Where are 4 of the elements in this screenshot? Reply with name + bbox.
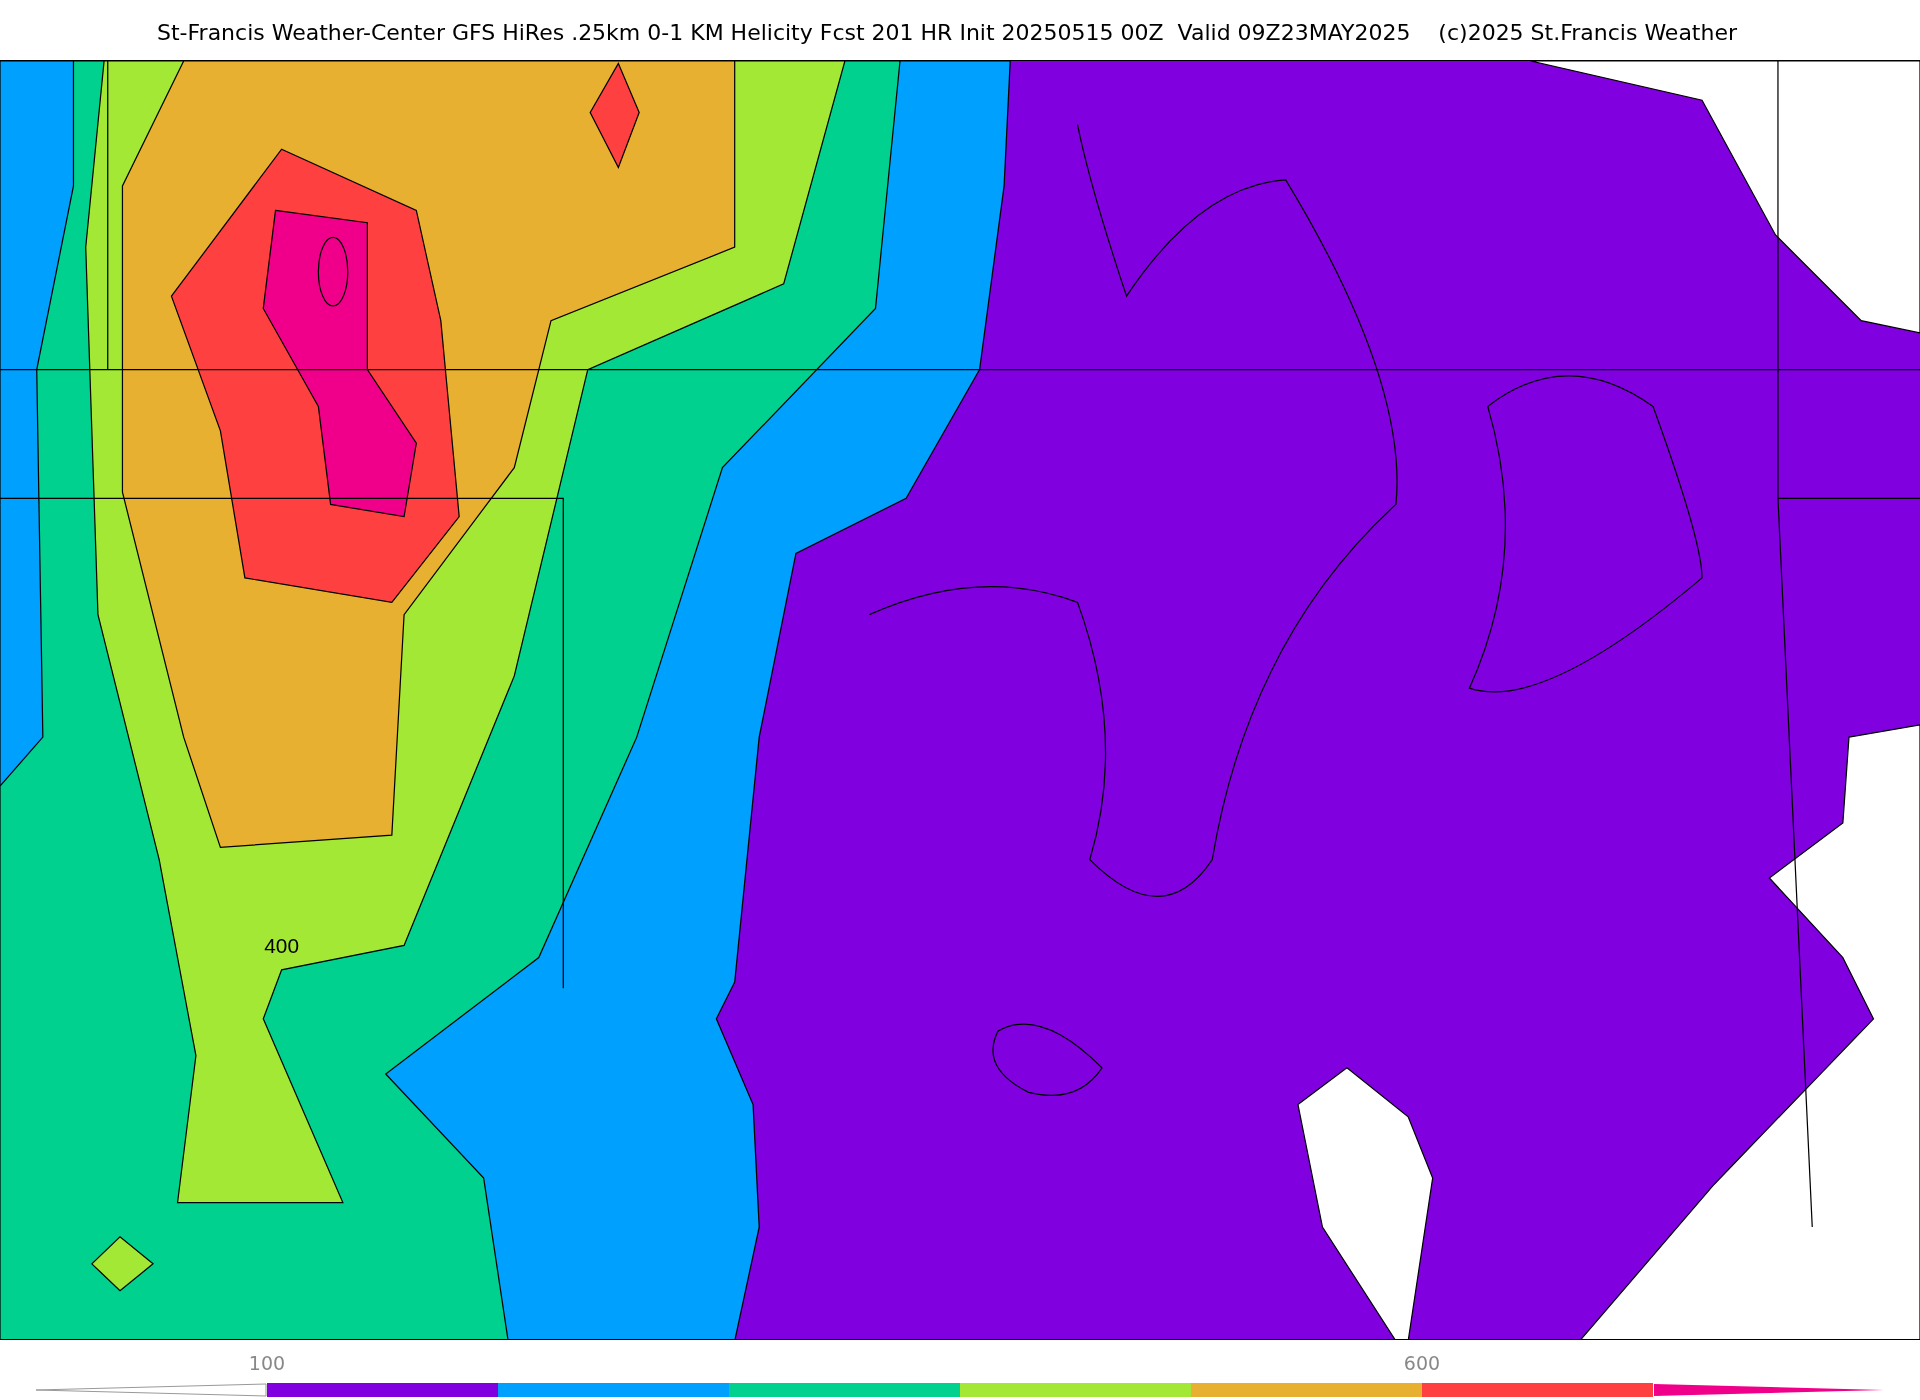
colorbar-tick-label: 600 — [1403, 1352, 1441, 1374]
contour-label: 400 — [264, 933, 299, 957]
colorbar-tick-label: 100 — [248, 1352, 286, 1374]
map-title: St-Francis Weather-Center GFS HiRes .25km 0-1 KM Helicity Fcst 201 HR Init 20250515 00Z Valid 09Z23MAY2025 (c)2025 St.Francis Weather — [156, 19, 1738, 47]
